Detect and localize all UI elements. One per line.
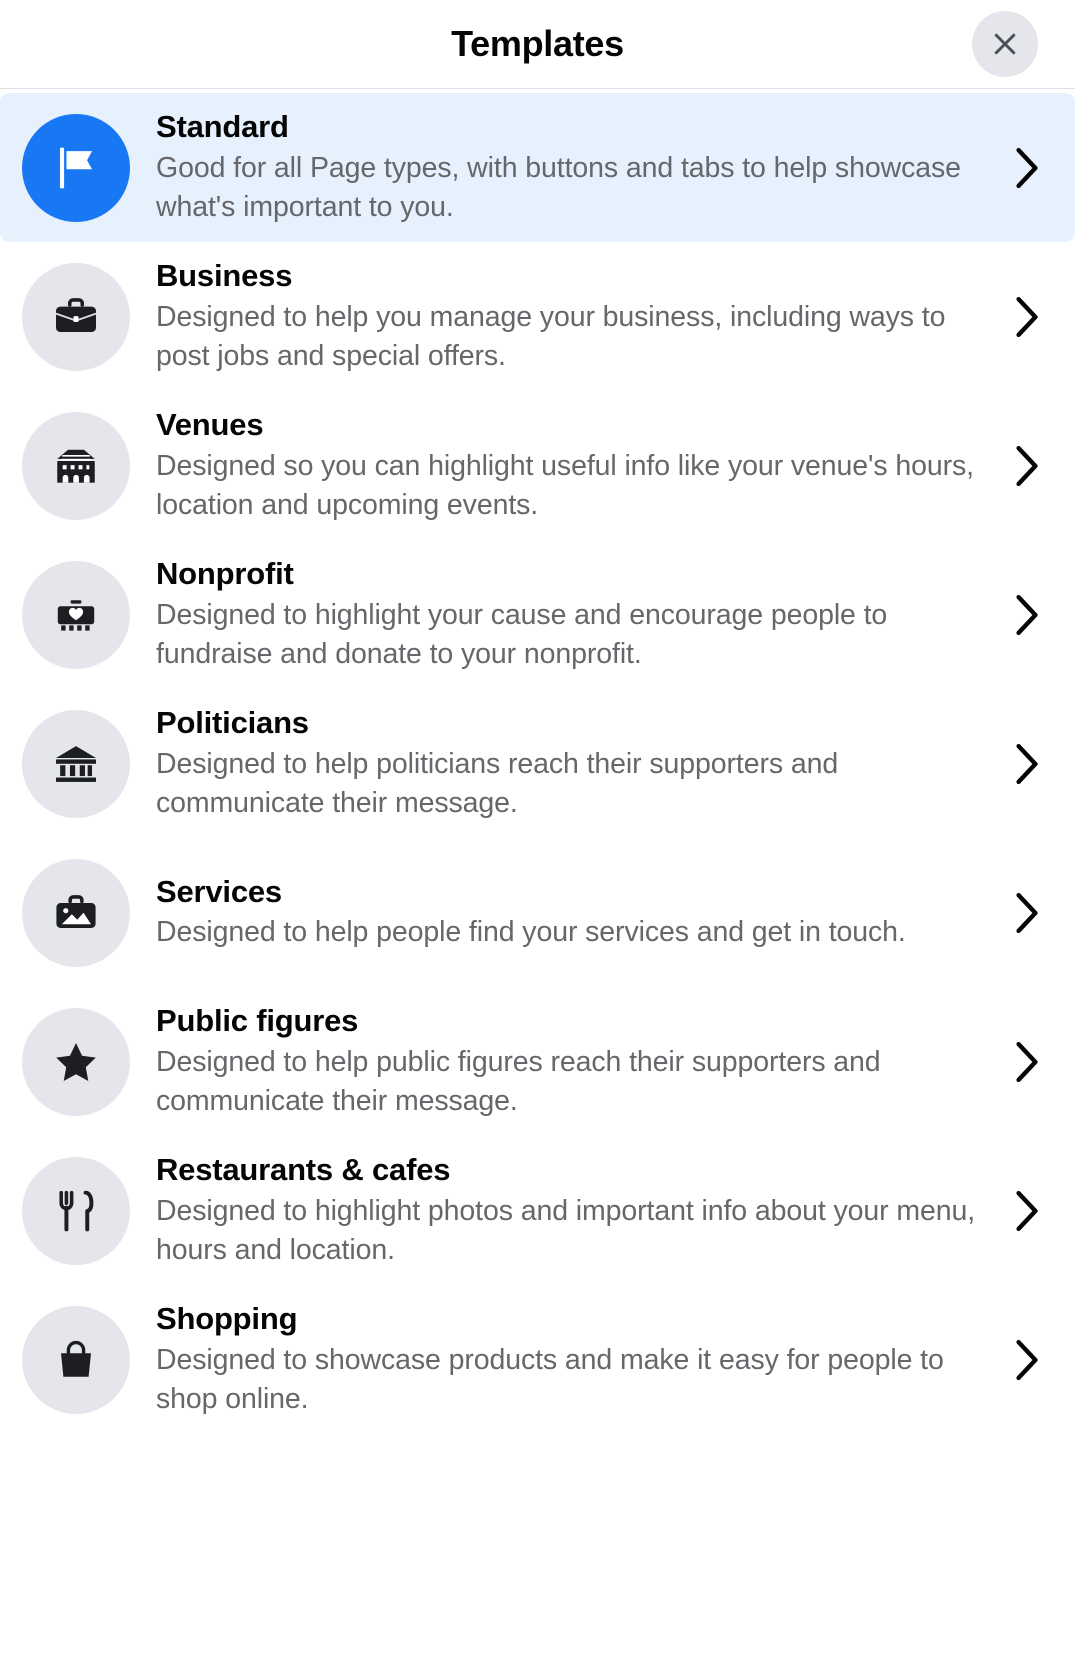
template-title: Nonprofit [156, 556, 294, 592]
template-title: Restaurants & cafes [156, 1152, 451, 1188]
template-description: Designed to highlight photos and importa… [156, 1194, 976, 1266]
template-text: Standard Good for all Page types, with b… [156, 108, 1007, 227]
chevron-right-icon[interactable] [1007, 887, 1047, 939]
chevron-right-icon[interactable] [1007, 1036, 1047, 1088]
toolbox-icon [51, 888, 101, 938]
chevron-right-icon[interactable] [1007, 142, 1047, 194]
list-item[interactable]: Services Designed to help people find yo… [0, 838, 1075, 987]
template-text: Nonprofit Designed to highlight your cau… [156, 555, 1007, 674]
chevron-right-icon[interactable] [1007, 1185, 1047, 1237]
template-list: Standard Good for all Page types, with b… [0, 89, 1075, 1434]
list-item[interactable]: Standard Good for all Page types, with b… [0, 93, 1075, 242]
template-description: Designed to help people find your servic… [156, 916, 906, 949]
template-title: Politicians [156, 705, 309, 741]
list-item[interactable]: Business Designed to help you manage you… [0, 242, 1075, 391]
templates-modal: Templates Standard Good for all Page typ… [0, 0, 1075, 1669]
government-building-icon [51, 739, 101, 789]
page-title: Templates [451, 23, 624, 64]
template-description: Designed to highlight your cause and enc… [156, 598, 888, 670]
modal-header: Templates [0, 0, 1075, 88]
template-avatar [22, 262, 130, 371]
template-avatar [22, 113, 130, 222]
template-description: Designed to showcase products and make i… [156, 1343, 944, 1415]
fork-knife-icon [51, 1186, 101, 1236]
template-title: Shopping [156, 1301, 298, 1337]
template-title: Standard [156, 109, 289, 145]
list-item[interactable]: Public figures Designed to help public f… [0, 987, 1075, 1136]
template-avatar [22, 709, 130, 818]
close-button[interactable] [972, 11, 1038, 77]
template-avatar [22, 858, 130, 967]
shopping-bag-icon [52, 1336, 100, 1384]
template-text: Politicians Designed to help politicians… [156, 704, 1007, 823]
list-item[interactable]: Restaurants & cafes Designed to highligh… [0, 1136, 1075, 1285]
template-description: Designed so you can highlight useful inf… [156, 449, 974, 521]
close-icon [990, 29, 1020, 59]
star-icon [51, 1037, 101, 1087]
template-title: Services [156, 873, 282, 909]
list-item[interactable]: Shopping Designed to showcase products a… [0, 1285, 1075, 1434]
template-text: Public figures Designed to help public f… [156, 1002, 1007, 1121]
template-title: Venues [156, 407, 264, 443]
chevron-right-icon[interactable] [1007, 589, 1047, 641]
template-text: Business Designed to help you manage you… [156, 257, 1007, 376]
template-text: Venues Designed so you can highlight use… [156, 406, 1007, 525]
stadium-icon [51, 441, 101, 491]
chevron-right-icon[interactable] [1007, 440, 1047, 492]
template-title: Business [156, 258, 293, 294]
template-text: Shopping Designed to showcase products a… [156, 1300, 1007, 1419]
template-avatar [22, 560, 130, 669]
template-avatar [22, 1007, 130, 1116]
flag-icon [50, 142, 102, 194]
template-description: Designed to help politicians reach their… [156, 747, 839, 819]
list-item[interactable]: Venues Designed so you can highlight use… [0, 391, 1075, 540]
template-avatar [22, 1156, 130, 1265]
chevron-right-icon[interactable] [1007, 1334, 1047, 1386]
list-item[interactable]: Nonprofit Designed to highlight your cau… [0, 540, 1075, 689]
template-description: Designed to help you manage your busines… [156, 300, 946, 372]
template-title: Public figures [156, 1003, 359, 1039]
chevron-right-icon[interactable] [1007, 738, 1047, 790]
template-avatar [22, 411, 130, 520]
template-text: Restaurants & cafes Designed to highligh… [156, 1151, 1007, 1270]
template-avatar [22, 1305, 130, 1414]
template-text: Services Designed to help people find yo… [156, 873, 1007, 953]
template-description: Designed to help public figures reach th… [156, 1045, 881, 1117]
donation-heart-icon [52, 591, 100, 639]
briefcase-icon [51, 292, 101, 342]
list-item[interactable]: Politicians Designed to help politicians… [0, 689, 1075, 838]
chevron-right-icon[interactable] [1007, 291, 1047, 343]
template-description: Good for all Page types, with buttons an… [156, 151, 961, 223]
